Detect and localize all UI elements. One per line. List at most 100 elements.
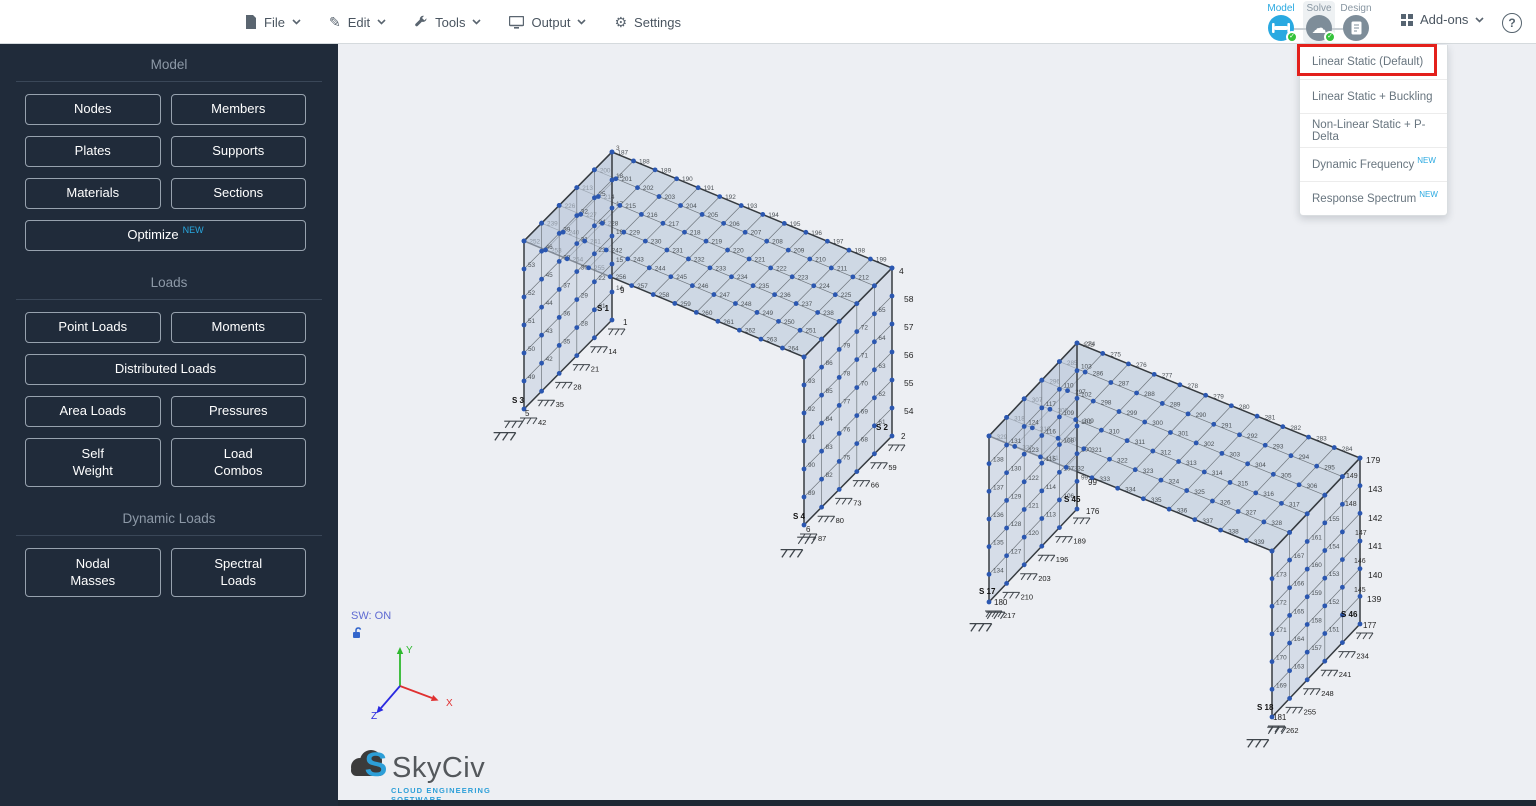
workflow-step-model[interactable]: Model ✓ (1264, 3, 1298, 41)
pressures-button[interactable]: Pressures (171, 396, 307, 427)
addons-menu[interactable]: Add-ons (1401, 12, 1484, 27)
svg-text:22: 22 (598, 275, 606, 282)
support-hatch-icon (797, 537, 816, 544)
optimize-button[interactable]: OptimizeNEW (25, 220, 306, 251)
section-divider (16, 535, 322, 536)
svg-text:248: 248 (1321, 689, 1334, 698)
svg-text:50: 50 (528, 346, 536, 353)
edit-menu[interactable]: ✎ Edit (329, 15, 386, 30)
svg-text:169: 169 (1276, 682, 1287, 689)
svg-text:85: 85 (826, 388, 834, 395)
menu-item-linear-static[interactable]: Linear Static (Default) (1300, 45, 1447, 79)
svg-text:45: 45 (546, 272, 554, 279)
svg-text:160: 160 (1311, 562, 1322, 569)
self-weight-button[interactable]: Self Weight (25, 438, 161, 487)
svg-text:66: 66 (871, 481, 879, 490)
support-hatch-icon (1038, 555, 1055, 561)
addons-label: Add-ons (1420, 12, 1468, 27)
nodes-button[interactable]: Nodes (25, 94, 161, 125)
svg-text:115: 115 (1046, 456, 1057, 463)
svg-text:314: 314 (1212, 470, 1223, 477)
structure-2[interactable]: 2742752762772782792802812822832842852862… (970, 341, 1383, 748)
spectral-loads-button[interactable]: Spectral Loads (171, 548, 307, 597)
file-menu[interactable]: File (245, 15, 301, 30)
svg-text:262: 262 (1286, 726, 1299, 735)
workflow-step-solve[interactable]: Solve ☁ ✓ (1302, 3, 1336, 41)
svg-text:248: 248 (741, 301, 752, 308)
svg-text:35: 35 (563, 338, 571, 345)
support-hatch-icon (970, 624, 992, 632)
materials-button[interactable]: Materials (25, 178, 161, 209)
svg-text:64: 64 (878, 335, 886, 342)
sections-button[interactable]: Sections (171, 178, 307, 209)
svg-text:171: 171 (1276, 627, 1287, 634)
design-step-icon[interactable] (1343, 15, 1369, 41)
support-hatch-icon (781, 550, 803, 558)
svg-text:299: 299 (1127, 410, 1138, 417)
svg-text:232: 232 (694, 256, 705, 263)
left-sidebar: Model Nodes Members Plates Supports Mate… (0, 44, 338, 806)
svg-text:99: 99 (1088, 478, 1097, 487)
plates-button[interactable]: Plates (25, 136, 161, 167)
svg-text:122: 122 (1028, 475, 1039, 482)
svg-text:234: 234 (1356, 652, 1369, 661)
support-hatch-icon (1303, 689, 1320, 695)
svg-text:231: 231 (672, 247, 683, 254)
settings-menu[interactable]: ⚙ Settings (614, 15, 681, 30)
svg-text:137: 137 (993, 484, 1004, 491)
svg-text:212: 212 (858, 274, 869, 281)
supports-button[interactable]: Supports (171, 136, 307, 167)
svg-text:S 2: S 2 (876, 423, 889, 432)
nodal-masses-button[interactable]: Nodal Masses (25, 548, 161, 597)
point-loads-button[interactable]: Point Loads (25, 312, 161, 343)
svg-text:86: 86 (826, 360, 834, 367)
chevron-down-icon (577, 19, 586, 25)
output-menu[interactable]: Output (509, 15, 586, 30)
svg-text:14: 14 (608, 347, 616, 356)
model-done-badge: ✓ (1286, 31, 1298, 43)
svg-text:287: 287 (1118, 381, 1129, 388)
solve-step-icon[interactable]: ☁ ✓ (1306, 15, 1332, 41)
svg-text:139: 139 (1367, 594, 1381, 604)
svg-text:324: 324 (1168, 478, 1179, 485)
support-hatch-icon (1321, 670, 1338, 676)
svg-text:136: 136 (993, 512, 1004, 519)
svg-text:234: 234 (737, 274, 748, 281)
support-hatch-icon (494, 433, 516, 441)
svg-text:65: 65 (878, 307, 886, 314)
dynamic-loads-buttons: Nodal Masses Spectral Loads (0, 548, 338, 597)
menu-item-linear-static-buckling[interactable]: Linear Static + Buckling (1300, 79, 1447, 113)
model-section-heading: Model (0, 44, 338, 81)
support-hatch-icon (870, 463, 887, 469)
unlock-icon[interactable] (352, 626, 363, 644)
support-hatch-icon (1020, 574, 1037, 580)
new-badge: NEW (1417, 156, 1436, 165)
support-hatch-icon (590, 347, 607, 353)
load-combos-button[interactable]: Load Combos (171, 438, 307, 487)
menu-item-label: Non-Linear Static + P-Delta (1312, 119, 1447, 143)
design-step-label: Design (1339, 3, 1373, 14)
menu-item-label: Linear Static (Default) (1312, 56, 1423, 68)
menu-item-nonlinear-static-pdelta[interactable]: Non-Linear Static + P-Delta (1300, 113, 1447, 147)
menu-item-dynamic-frequency[interactable]: Dynamic FrequencyNEW (1300, 147, 1447, 181)
members-button[interactable]: Members (171, 94, 307, 125)
svg-text:142: 142 (1368, 513, 1382, 523)
svg-text:92: 92 (808, 406, 816, 413)
workflow-step-design[interactable]: Design (1339, 3, 1373, 41)
wrench-icon (414, 15, 428, 29)
model-step-icon[interactable]: ✓ (1268, 15, 1294, 41)
svg-text:135: 135 (993, 540, 1004, 547)
help-button[interactable]: ? (1502, 13, 1522, 33)
tools-menu[interactable]: Tools (414, 15, 481, 30)
area-loads-button[interactable]: Area Loads (25, 396, 161, 427)
svg-text:225: 225 (841, 292, 852, 299)
structure-1[interactable]: 1871881891901911921931941951961971981992… (494, 145, 914, 557)
svg-text:161: 161 (1311, 534, 1322, 541)
svg-text:6: 6 (806, 525, 811, 534)
svg-text:255: 255 (1304, 707, 1317, 716)
solve-dropdown-menu: Linear Static (Default) Linear Static + … (1299, 45, 1448, 216)
svg-text:75: 75 (843, 454, 851, 461)
distributed-loads-button[interactable]: Distributed Loads (25, 354, 306, 385)
moments-button[interactable]: Moments (171, 312, 307, 343)
menu-item-response-spectrum[interactable]: Response SpectrumNEW (1300, 181, 1447, 215)
